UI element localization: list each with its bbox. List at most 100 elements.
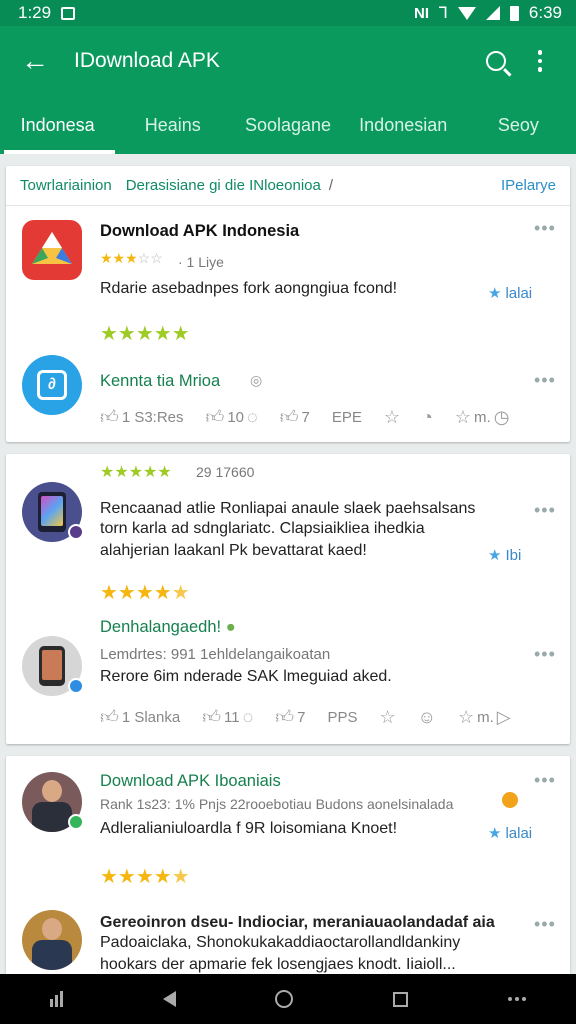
info-icon[interactable]: ◎ [250, 372, 262, 389]
like-button-3[interactable]: 👍︎ 7 [280, 406, 310, 428]
play-icon: ▷ [496, 706, 511, 727]
verified-badge [68, 814, 84, 830]
star-button[interactable]: ☆ [379, 707, 395, 728]
tab-bar: Indonesa Heains Soolagane Indonesian Seo… [0, 96, 576, 154]
app-card-2: ★★★★★ 29 17660 Rencaanad atlie Ronliapai… [6, 454, 570, 744]
app-card-3: Download APK Iboaniais Rank 1s23: 1% Pnj… [6, 756, 570, 974]
nfc-icon: NI [413, 4, 429, 22]
like-button-3[interactable]: 👍︎ 7 [275, 706, 305, 728]
tab-indonesian[interactable]: Indonesian [346, 96, 461, 154]
pin-icon [502, 792, 518, 808]
app-title[interactable]: Denhalangaedh! ● [100, 618, 236, 637]
tab-soolagane[interactable]: Soolagane [230, 96, 345, 154]
wifi-icon [457, 6, 476, 20]
app-meta: Rank 1s23: 1% Pnjs 22rooebotiau Budons a… [100, 796, 454, 812]
star-icon: ★ [488, 285, 502, 302]
app-bar: ← IDownload APK [0, 26, 576, 96]
rating-stars: ★★★★★ [100, 582, 190, 604]
rating-count: 29 17660 [196, 464, 255, 480]
comment-button[interactable]: ◔ [422, 407, 433, 428]
back-arrow-icon[interactable]: ← [18, 44, 52, 78]
favorite-label[interactable]: ★ lalai [488, 824, 532, 842]
star-more-button[interactable]: ☆ m. ◷ [455, 407, 510, 428]
like-button[interactable]: 👍︎ 1 Slanka [100, 706, 180, 728]
like-button-2[interactable]: 👍︎ 10 ◌ [206, 406, 258, 428]
stats-icon[interactable] [49, 991, 63, 1007]
status-bar: 1:29 NI ꓶ 6:39 [0, 0, 576, 26]
rating-stars: ★★★★★ [100, 866, 190, 888]
share-label[interactable]: EPE [332, 409, 362, 426]
verified-badge [68, 678, 84, 694]
battery-icon [509, 5, 519, 21]
breadcrumb-item-1[interactable]: Towrlariainion [20, 177, 112, 194]
tab-heains[interactable]: Heains [115, 96, 230, 154]
status-clock: 6:39 [528, 3, 562, 22]
nav-home-icon[interactable] [275, 990, 294, 1008]
app-title[interactable]: Download APK Iboaniais [100, 772, 281, 791]
drive-logo-icon [32, 232, 72, 264]
app-description-line-2: torn karla ad sdnglariatc. Clapsiaikliea… [100, 520, 425, 537]
app-logo-icon[interactable] [22, 220, 82, 280]
share-label[interactable]: PPS [327, 709, 357, 726]
post-line-1: Gereoinron dseu- Indiociar, meraniauaola… [100, 914, 495, 931]
search-button[interactable] [474, 39, 518, 83]
app-logo-icon-2[interactable]: ∂ [22, 355, 82, 415]
comment-icon: ◔ [422, 406, 433, 427]
app-title-2[interactable]: Kennta tia Mrioa [100, 372, 220, 391]
star-outline-icon: ☆ [383, 406, 401, 427]
nav-more-icon[interactable] [508, 997, 527, 1001]
favorite-label[interactable]: ★ lalai [488, 284, 532, 302]
app-meta: Lemdrtes: 991 1ehldelangaikoatan [100, 646, 331, 663]
app-description: Rerore 6im nderade SAK lmeguiad aked. [100, 668, 392, 685]
thumbs-up-icon: 👍︎ [202, 707, 221, 727]
more-horiz-icon[interactable]: ••• [534, 500, 556, 521]
status-badge [68, 524, 84, 540]
notification-icon [61, 6, 76, 20]
star-outline-icon: ☆ [457, 706, 475, 727]
rating-stars-green: ★★★★★ [100, 323, 190, 345]
like-button-2[interactable]: 👍︎ 11 ◌ [202, 706, 253, 728]
more-horiz-icon-2[interactable]: ••• [534, 370, 556, 391]
system-nav-bar [0, 974, 576, 1024]
star-more-button[interactable]: ☆ m. ▷ [458, 707, 511, 728]
star-icon: ★ [488, 547, 502, 564]
nav-recents-icon[interactable] [393, 991, 409, 1007]
more-horiz-icon[interactable]: ••• [534, 770, 556, 791]
emoji-button[interactable]: ☺ [418, 707, 436, 728]
tab-indonesa[interactable]: Indonesa [0, 96, 116, 154]
breadcrumb-separator: / [328, 177, 334, 194]
breadcrumb: Towrlariainion Derasisiane gi die INloeo… [6, 166, 570, 206]
emoji-icon: ☺ [417, 706, 436, 727]
post-line-2: Padoaiclaka, Shonokukakaddiaoctarollandl… [100, 934, 461, 951]
app-description-line-1: Rencaanad atlie Ronliapai anaule slaek p… [100, 500, 476, 517]
overflow-menu-button[interactable] [518, 39, 562, 83]
app-description-line-3: alahjerian laakanl Pk bevattarat kaed! [100, 542, 367, 559]
more-horiz-icon-2[interactable]: ••• [534, 914, 556, 935]
star-outline-icon: ☆ [379, 706, 396, 727]
more-horiz-icon-2[interactable]: ••• [534, 644, 556, 665]
signal-icon [485, 6, 500, 20]
profile-avatar-2[interactable] [22, 910, 82, 970]
search-icon [486, 51, 506, 71]
app-title[interactable]: Download APK Indonesia [100, 222, 299, 241]
clock-icon: ◷ [493, 406, 510, 427]
more-vert-icon [537, 50, 543, 72]
more-horiz-icon[interactable]: ••• [534, 218, 556, 239]
feed[interactable]: Towrlariainion Derasisiane gi die INloeo… [0, 154, 576, 974]
favorite-label[interactable]: ★ Ibi [488, 546, 521, 564]
nav-back-icon[interactable] [162, 991, 176, 1007]
thumbs-up-icon: 👍︎ [100, 407, 119, 427]
action-row: 👍︎ 1 Slanka 👍︎ 11 ◌ 👍︎ 7 PPS ☆ ☺ ☆ m. ▷ [100, 706, 560, 728]
thumbs-up-icon: 👍︎ [205, 407, 225, 427]
rating-stars-top: ★★★★★ [100, 464, 172, 481]
breadcrumb-action[interactable]: IPelarye [501, 177, 556, 194]
star-icon: ★ [488, 825, 502, 842]
star-outline-icon: ☆ [454, 406, 472, 427]
app-description: Rdarie asebadnpes fork aongngiua fcond! [100, 280, 398, 297]
tab-seoy[interactable]: Seoy [461, 96, 576, 154]
breadcrumb-item-2[interactable]: Derasisiane gi die INloeonioa [126, 177, 321, 194]
star-button[interactable]: ☆ [384, 407, 400, 428]
like-button[interactable]: 👍︎ 1 S3:Res [100, 406, 184, 428]
globe-icon: ● [225, 618, 236, 636]
rotate-icon: ꓶ [438, 5, 448, 22]
